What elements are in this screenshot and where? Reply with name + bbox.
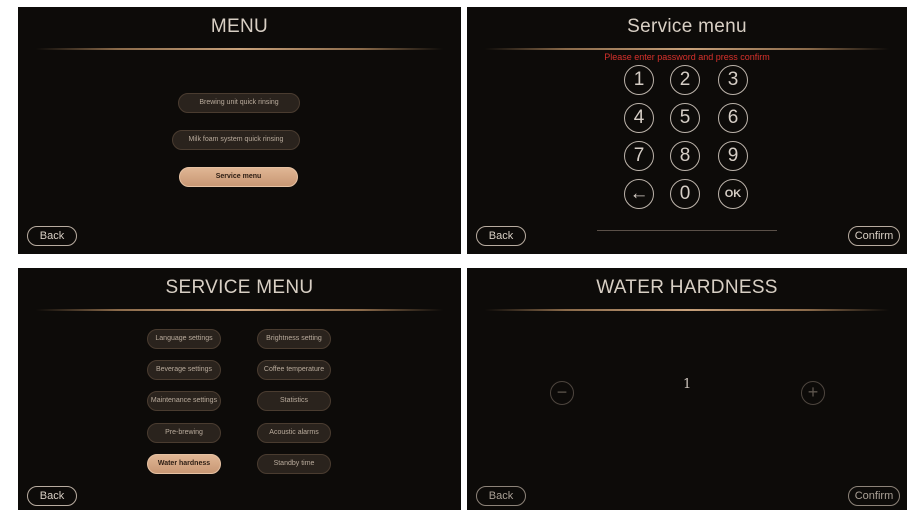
- confirm-button[interactable]: Confirm: [848, 226, 900, 246]
- water-hardness-button[interactable]: Water hardness: [147, 454, 221, 474]
- back-button[interactable]: Back: [27, 486, 77, 506]
- title-divider: [36, 309, 443, 311]
- water-hardness-screen: WATER HARDNESS − 1 + Back Confirm: [467, 268, 907, 510]
- back-button[interactable]: Back: [27, 226, 77, 246]
- service-menu-title: SERVICE MENU: [165, 277, 314, 298]
- water-hardness-title: WATER HARDNESS: [596, 277, 778, 298]
- pre-brewing-button[interactable]: Pre-brewing: [147, 423, 221, 443]
- key-7[interactable]: 7: [624, 141, 654, 171]
- password-entry-line: [597, 230, 777, 231]
- key-2[interactable]: 2: [670, 65, 700, 95]
- acoustic-alarms-button[interactable]: Acoustic alarms: [257, 423, 331, 443]
- key-1[interactable]: 1: [624, 65, 654, 95]
- confirm-button[interactable]: Confirm: [848, 486, 900, 506]
- title-divider: [36, 48, 443, 50]
- brewing-unit-rinsing-button[interactable]: Brewing unit quick rinsing: [178, 93, 300, 113]
- key-5[interactable]: 5: [670, 103, 700, 133]
- menu-title: MENU: [210, 16, 269, 37]
- beverage-settings-button[interactable]: Beverage settings: [147, 360, 221, 380]
- backspace-key[interactable]: ←: [624, 179, 654, 209]
- password-prompt: Please enter password and press confirm: [604, 52, 770, 62]
- back-button[interactable]: Back: [476, 486, 526, 506]
- password-screen-title: Service menu: [627, 16, 747, 37]
- service-menu-screen: SERVICE MENU Language settings Beverage …: [18, 268, 461, 510]
- key-8[interactable]: 8: [670, 141, 700, 171]
- ok-key[interactable]: OK: [718, 179, 748, 209]
- key-9[interactable]: 9: [718, 141, 748, 171]
- language-settings-button[interactable]: Language settings: [147, 329, 221, 349]
- title-divider: [485, 309, 889, 311]
- menu-screen: MENU Brewing unit quick rinsing Milk foa…: [18, 7, 461, 254]
- key-6[interactable]: 6: [718, 103, 748, 133]
- back-button[interactable]: Back: [476, 226, 526, 246]
- hardness-value: 1: [683, 377, 692, 392]
- key-4[interactable]: 4: [624, 103, 654, 133]
- brightness-setting-button[interactable]: Brightness setting: [257, 329, 331, 349]
- title-divider: [485, 48, 889, 50]
- maintenance-settings-button[interactable]: Maintenance settings: [147, 391, 221, 411]
- key-0[interactable]: 0: [670, 179, 700, 209]
- statistics-button[interactable]: Statistics: [257, 391, 331, 411]
- service-menu-button[interactable]: Service menu: [179, 167, 298, 187]
- increase-icon[interactable]: +: [801, 381, 825, 405]
- decrease-icon[interactable]: −: [550, 381, 574, 405]
- coffee-temperature-button[interactable]: Coffee temperature: [257, 360, 331, 380]
- password-screen: Service menu Please enter password and p…: [467, 7, 907, 254]
- standby-time-button[interactable]: Standby time: [257, 454, 331, 474]
- key-3[interactable]: 3: [718, 65, 748, 95]
- milk-foam-rinsing-button[interactable]: Milk foam system quick rinsing: [172, 130, 300, 150]
